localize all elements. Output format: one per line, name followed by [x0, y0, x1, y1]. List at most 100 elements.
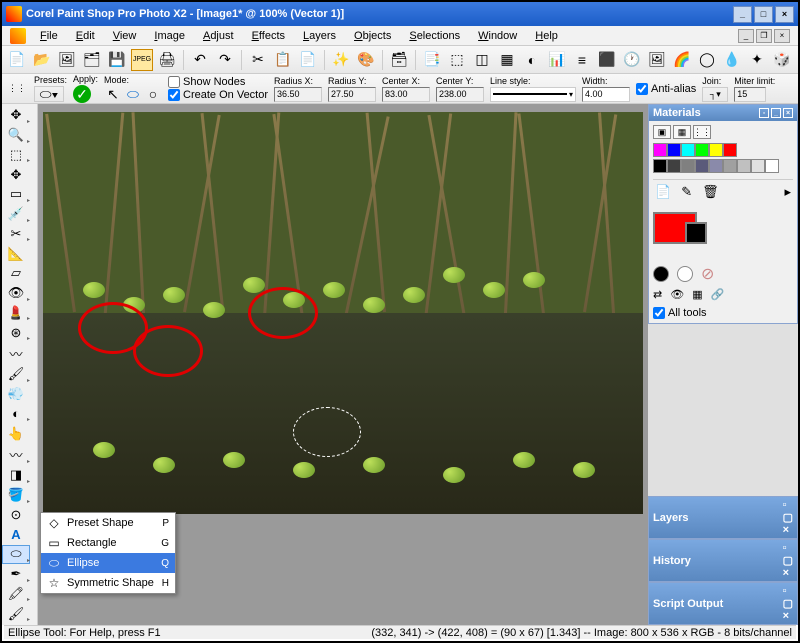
menu-view[interactable]: View — [105, 28, 145, 44]
menu-help[interactable]: Help — [527, 28, 566, 44]
history-close-icon[interactable]: × — [783, 567, 793, 579]
print-button[interactable]: 🖨 — [156, 49, 178, 71]
enhance1-button[interactable]: ✨ — [330, 49, 352, 71]
layers-close-icon[interactable]: × — [783, 524, 793, 536]
maximize-button[interactable]: □ — [754, 6, 773, 23]
panel-close-icon[interactable]: × — [783, 108, 793, 118]
create-on-vector-check[interactable] — [168, 89, 180, 101]
transparency-icon[interactable]: ▦ — [692, 288, 702, 301]
swatch[interactable] — [653, 143, 667, 157]
close-button[interactable]: × — [775, 6, 794, 23]
swatch[interactable] — [723, 159, 737, 173]
dropper-tool[interactable]: 💉▸ — [2, 205, 30, 224]
copies-button[interactable]: 📑 — [421, 49, 443, 71]
line-style-dropdown[interactable]: ▾ — [490, 87, 576, 102]
swatch[interactable] — [709, 143, 723, 157]
smudge-tool[interactable]: 👆 — [2, 424, 30, 443]
materials-tab-rainbow[interactable]: ▦ — [673, 125, 691, 139]
redeye-tool[interactable]: 👁▸ — [2, 284, 30, 303]
materials-panel-title[interactable]: Materials ▫_× — [649, 105, 797, 121]
mode-circle[interactable]: ○ — [144, 86, 162, 102]
swatch[interactable] — [765, 159, 779, 173]
swatch[interactable] — [723, 143, 737, 157]
miter-input[interactable] — [734, 87, 766, 102]
no-style-icon[interactable]: ⊘ — [701, 264, 714, 284]
history-expand-icon[interactable]: ▢ — [783, 554, 793, 567]
flyout-rectangle[interactable]: ▭ Rectangle G — [41, 533, 175, 553]
mdi-close[interactable]: × — [774, 29, 790, 43]
swatch[interactable] — [653, 159, 667, 173]
undo-button[interactable]: ↶ — [189, 49, 211, 71]
menu-window[interactable]: Window — [470, 28, 525, 44]
flood-tool[interactable]: 🪣▸ — [2, 486, 30, 505]
mode-edit[interactable]: ↖ — [104, 86, 122, 102]
text-tool[interactable]: A — [2, 525, 30, 544]
swatch[interactable] — [667, 143, 681, 157]
warp-tool[interactable]: 〰▸ — [2, 444, 30, 465]
center-y-input[interactable] — [436, 87, 484, 102]
menu-effects[interactable]: Effects — [244, 28, 293, 44]
open-button[interactable]: 📂 — [31, 49, 53, 71]
materials-tab-swatches[interactable]: ⋮⋮ — [693, 125, 711, 139]
histogram-button[interactable]: 📊 — [546, 49, 568, 71]
history-panel-collapsed[interactable]: History▫▢× — [648, 539, 798, 582]
copy-button[interactable]: 📋 — [272, 49, 294, 71]
flyout-ellipse[interactable]: ⬭ Ellipse Q — [41, 553, 175, 573]
drop-button[interactable]: 💧 — [721, 49, 743, 71]
minimize-button[interactable]: _ — [733, 6, 752, 23]
lighten-tool[interactable]: ◐▸ — [2, 405, 30, 424]
lock-icon[interactable]: 👁 — [670, 288, 684, 301]
radius-x-input[interactable] — [274, 87, 322, 102]
redo-button[interactable]: ↷ — [214, 49, 236, 71]
swap-icon[interactable]: ⇄ — [653, 288, 662, 301]
layers-button[interactable]: ≡ — [571, 49, 593, 71]
center-x-input[interactable] — [382, 87, 430, 102]
panel-min-icon[interactable]: ▫ — [759, 108, 769, 118]
swatch[interactable] — [681, 143, 695, 157]
layers-panel-collapsed[interactable]: Layers▫▢× — [648, 496, 798, 539]
canvas[interactable] — [43, 112, 643, 514]
flyout-preset-shape[interactable]: ◇ Preset Shape P — [41, 513, 175, 533]
oil-tool[interactable]: 🖌▸ — [2, 604, 30, 623]
mode-ellipse[interactable]: ⬭ — [124, 86, 142, 102]
paint-tool[interactable]: 🖌▸ — [2, 365, 30, 384]
edit-swatch-icon[interactable]: ✎ — [681, 184, 692, 200]
cut-button[interactable]: ✂ — [247, 49, 269, 71]
mdi-restore[interactable]: ❐ — [756, 29, 772, 43]
swatch[interactable] — [695, 159, 709, 173]
link-icon[interactable]: 🔗 — [711, 288, 725, 301]
script-expand-icon[interactable]: ▢ — [783, 597, 793, 610]
foreground-swatch[interactable] — [653, 212, 697, 244]
menu-edit[interactable]: Edit — [68, 28, 103, 44]
script-panel-collapsed[interactable]: Script Output▫▢× — [648, 582, 798, 625]
bg-style-circle[interactable] — [677, 266, 693, 282]
swatch[interactable] — [737, 159, 751, 173]
all-tools-check[interactable] — [653, 307, 665, 319]
antialias-check[interactable] — [636, 83, 648, 95]
frame-button[interactable]: 🖼 — [646, 49, 668, 71]
apply-button[interactable]: ✓ — [73, 85, 91, 103]
crop-button[interactable]: ◫ — [471, 49, 493, 71]
organizer-button[interactable]: 🗃 — [388, 49, 410, 71]
browse-button[interactable]: 🗂 — [81, 49, 103, 71]
new-swatch-icon[interactable]: 📄 — [655, 184, 671, 200]
swatch[interactable] — [695, 143, 709, 157]
circle-button[interactable]: ◯ — [696, 49, 718, 71]
pick-tool[interactable]: ⬚▸ — [2, 146, 30, 165]
picture-tube-tool[interactable]: ⊙ — [2, 506, 30, 525]
swatch[interactable] — [709, 159, 723, 173]
pen-tool[interactable]: ✒▸ — [2, 565, 30, 584]
grip-icon[interactable]: ⋮⋮ — [6, 78, 28, 100]
swatch[interactable] — [681, 159, 695, 173]
mdi-minimize[interactable]: _ — [738, 29, 754, 43]
width-input[interactable] — [582, 87, 630, 102]
scratch-tool[interactable]: 〰 — [2, 343, 30, 364]
pan-tool[interactable]: ✥▸ — [2, 106, 30, 125]
straighten-tool[interactable]: 📐 — [2, 244, 30, 263]
active-ellipse-selection[interactable] — [293, 407, 361, 457]
materials-tab-frame[interactable]: ▣ — [653, 125, 671, 139]
script-close-icon[interactable]: × — [783, 610, 793, 622]
makeover-tool[interactable]: 💄▸ — [2, 304, 30, 323]
menu-selections[interactable]: Selections — [401, 28, 468, 44]
script-min-icon[interactable]: ▫ — [783, 585, 793, 597]
